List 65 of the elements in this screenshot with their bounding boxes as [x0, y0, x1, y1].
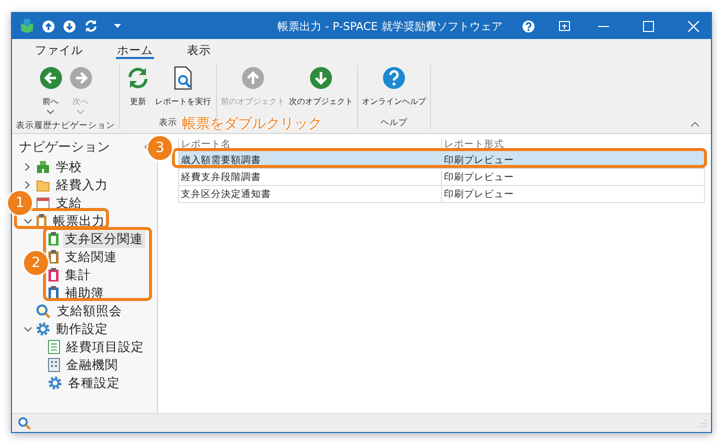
tree-item[interactable]: 動作設定 [54, 320, 110, 338]
table-cell: 印刷プレビュー [442, 186, 704, 202]
tree-item[interactable]: 帳票出力 [51, 212, 107, 230]
maximize-icon[interactable] [643, 20, 654, 32]
search-icon [36, 304, 51, 318]
menu-tab[interactable]: ファイル [24, 39, 94, 59]
window-title: 帳票出力 - P-SPACE 就学奨励費ソフトウェア [276, 18, 504, 34]
tree-item[interactable]: 金融機関 [64, 356, 120, 374]
app-logo-icon [20, 19, 34, 33]
gear-icon [48, 376, 62, 390]
tree-item[interactable]: 経費入力 [54, 176, 110, 194]
menu-tab[interactable]: ホーム [106, 39, 164, 59]
refresh-icon[interactable] [84, 19, 98, 33]
step-number: 1 [8, 191, 32, 215]
collapsed-chevron-icon[interactable] [25, 163, 30, 171]
resize-grip-icon[interactable] [699, 419, 707, 427]
table-cell: 印刷プレビュー [442, 168, 704, 186]
ribbon-button[interactable]: オンラインヘルプ [362, 65, 426, 117]
close-icon[interactable] [688, 20, 699, 32]
collapsed-chevron-icon[interactable] [25, 181, 30, 189]
refresh-icon [126, 66, 150, 90]
ribbon-display-icon[interactable] [559, 21, 570, 31]
expanded-chevron-icon[interactable] [24, 218, 32, 224]
help-icon[interactable] [522, 20, 535, 32]
tree-item[interactable]: 各種設定 [66, 374, 122, 392]
tree-item[interactable]: 経費項目設定 [64, 338, 146, 356]
sheet-icon [48, 340, 60, 354]
download-icon[interactable] [63, 20, 76, 32]
tree-item[interactable]: 補助簿 [63, 284, 106, 302]
navigation-title: ナビゲーション [19, 139, 110, 156]
tree-item[interactable]: 支給関連 [63, 248, 119, 266]
ribbon-button[interactable]: レポートを実行 [155, 65, 211, 117]
tree-item[interactable]: 集計 [63, 266, 93, 284]
report-search-icon [172, 66, 194, 90]
table-row[interactable]: 歳入額需要額調書 印刷プレビュー [178, 152, 704, 168]
ribbon-button[interactable]: 更新 [125, 65, 151, 117]
ribbon-group-label: 表示 [159, 117, 177, 129]
calendar-icon [36, 196, 50, 210]
tree-item[interactable]: 支弁区分関連 [63, 230, 145, 248]
menu-tab[interactable]: 表示 [176, 39, 222, 59]
table-row[interactable]: 支弁区分決定通知書 印刷プレビュー [178, 186, 704, 202]
ribbon-group-label: ヘルプ [380, 117, 408, 129]
ribbon-group-label: 表示履歴ナビゲーション [16, 120, 115, 132]
expanded-chevron-icon[interactable] [24, 326, 32, 332]
callout-text: 帳票をダブルクリック [182, 116, 322, 132]
building-icon [48, 358, 60, 372]
tree-item[interactable]: 支給額照会 [55, 302, 124, 320]
tree-item[interactable]: 支給 [54, 194, 84, 212]
search-icon[interactable] [18, 416, 31, 430]
help-icon [382, 66, 406, 90]
table-cell: 経費支弁段階調書 [178, 168, 442, 186]
ribbon-button[interactable]: 前へ [38, 65, 64, 120]
step-number: 3 [148, 136, 172, 160]
gear-icon [36, 322, 50, 336]
collapse-ribbon-icon[interactable] [691, 122, 699, 127]
table-cell: 支弁区分決定通知書 [178, 186, 442, 202]
chevron-down-icon[interactable] [47, 110, 54, 114]
school-icon [36, 160, 50, 174]
tree-item[interactable]: 学校 [54, 158, 84, 176]
ribbon-button[interactable]: 次のオブジェクト [289, 65, 353, 117]
upload-icon[interactable] [42, 20, 55, 32]
step-number: 2 [24, 251, 48, 275]
folder-icon [36, 178, 50, 192]
table-row[interactable]: 経費支弁段階調書 印刷プレビュー [178, 168, 704, 186]
dropdown-caret-icon[interactable] [114, 24, 121, 28]
